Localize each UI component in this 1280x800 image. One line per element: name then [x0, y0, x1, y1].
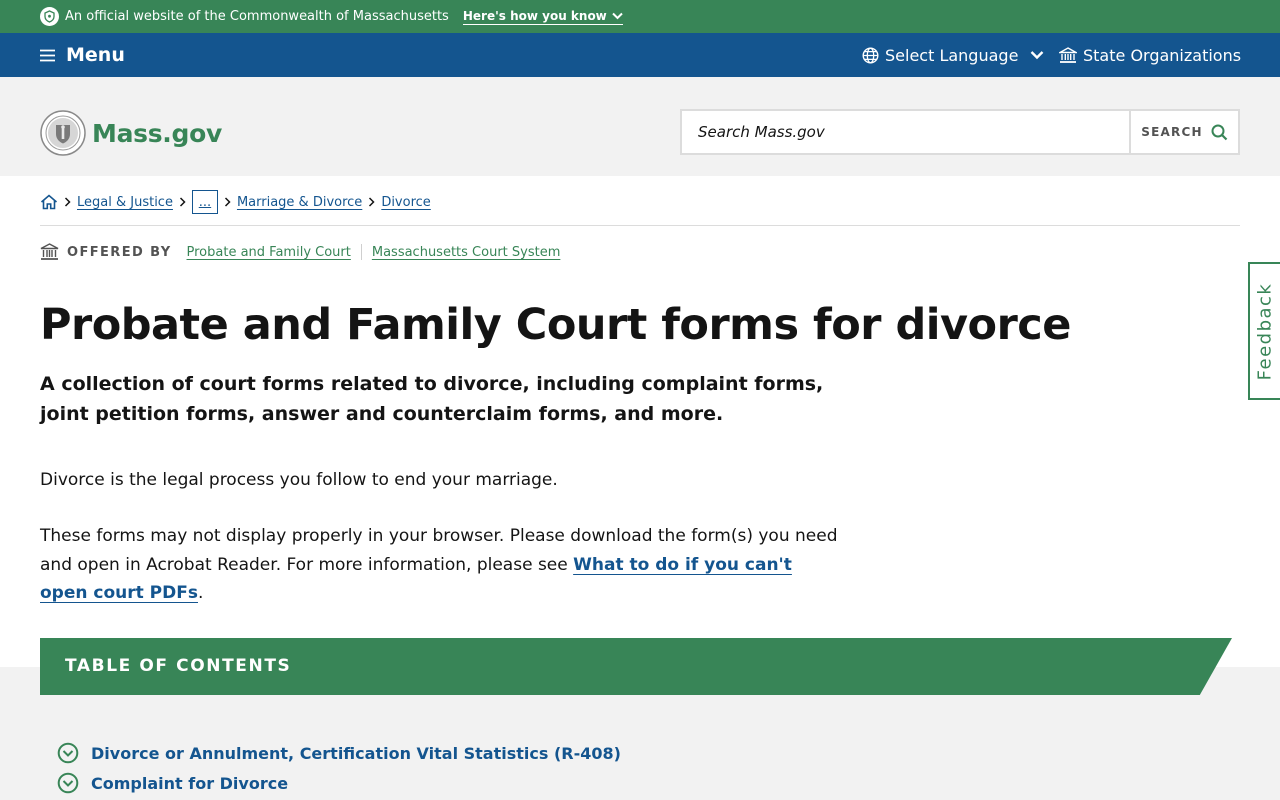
how-you-know-label: Here's how you know	[462, 8, 607, 23]
page-lede: A collection of court forms related to d…	[40, 373, 824, 425]
chevron-right-icon	[64, 197, 71, 207]
search-input[interactable]	[682, 111, 1129, 153]
intro-paragraph: Divorce is the legal process you follow …	[40, 470, 558, 490]
circle-chevron-down-icon	[57, 742, 79, 764]
breadcrumb-expand-button[interactable]: ...	[191, 190, 218, 214]
home-icon	[40, 194, 58, 210]
search-button[interactable]: SEARCH	[1129, 111, 1238, 153]
toc-item[interactable]: Complaint for Divorce	[57, 768, 621, 798]
official-banner: An official website of the Commonwealth …	[0, 0, 1280, 33]
building-icon	[40, 243, 59, 260]
pdf-notice-end: .	[198, 583, 204, 603]
menu-button[interactable]: Menu	[40, 33, 125, 77]
search-icon	[1211, 124, 1227, 140]
breadcrumb-item-legal-justice[interactable]: Legal & Justice	[77, 195, 173, 210]
search-box: SEARCH	[680, 109, 1240, 155]
toc-list: Divorce or Annulment, Certification Vita…	[57, 738, 621, 798]
breadcrumb-item-marriage-divorce[interactable]: Marriage & Divorce	[237, 195, 362, 210]
select-language-label: Select Language	[885, 45, 1019, 65]
massachusetts-seal-icon	[40, 110, 86, 156]
menu-label: Menu	[66, 44, 125, 66]
capitol-building-icon	[1059, 46, 1077, 63]
search-button-label: SEARCH	[1141, 125, 1203, 139]
chevron-down-icon	[1031, 51, 1044, 60]
select-language-button[interactable]: Select Language	[862, 33, 1044, 77]
pdf-notice-paragraph: These forms may not display properly in …	[40, 522, 840, 608]
offered-by-divider	[360, 244, 362, 260]
logo-text: Mass.gov	[92, 118, 222, 148]
chevron-right-icon	[179, 197, 186, 207]
site-header: Mass.gov SEARCH	[0, 77, 1280, 176]
offered-by-label: OFFERED BY	[67, 244, 172, 260]
offered-by-org-court-system[interactable]: Massachusetts Court System	[372, 245, 561, 260]
how-you-know-button[interactable]: Here's how you know	[462, 8, 623, 25]
mass-gov-logo[interactable]: Mass.gov	[40, 110, 222, 156]
feedback-tab[interactable]: Feedback	[1248, 262, 1280, 400]
offered-by: OFFERED BY Probate and Family Court Mass…	[40, 241, 560, 263]
utility-nav: Menu Select Language State Organizations	[0, 33, 1280, 77]
chevron-right-icon	[368, 197, 375, 207]
official-banner-text: An official website of the Commonwealth …	[65, 9, 449, 24]
breadcrumb-divider	[40, 225, 1240, 226]
toc-title: TABLE OF CONTENTS	[65, 656, 292, 676]
toc-item-label: Complaint for Divorce	[91, 773, 289, 793]
chevron-down-icon	[612, 12, 623, 19]
toc-item-label: Divorce or Annulment, Certification Vita…	[91, 743, 621, 763]
chevron-right-icon	[224, 197, 231, 207]
state-organizations-button[interactable]: State Organizations	[1059, 33, 1241, 77]
seal-icon	[40, 7, 59, 26]
breadcrumb-home-link[interactable]	[40, 194, 58, 210]
offered-by-org-probate-court[interactable]: Probate and Family Court	[187, 245, 351, 260]
feedback-label: Feedback	[1254, 282, 1276, 380]
breadcrumb-item-divorce[interactable]: Divorce	[381, 195, 430, 210]
circle-chevron-down-icon	[57, 772, 79, 794]
page-title: Probate and Family Court forms for divor…	[40, 300, 1071, 350]
breadcrumb: Legal & Justice ... Marriage & Divorce D…	[40, 190, 431, 214]
state-organizations-label: State Organizations	[1083, 45, 1242, 65]
hamburger-icon	[40, 49, 55, 61]
globe-icon	[862, 46, 879, 64]
toc-item[interactable]: Divorce or Annulment, Certification Vita…	[57, 738, 621, 768]
